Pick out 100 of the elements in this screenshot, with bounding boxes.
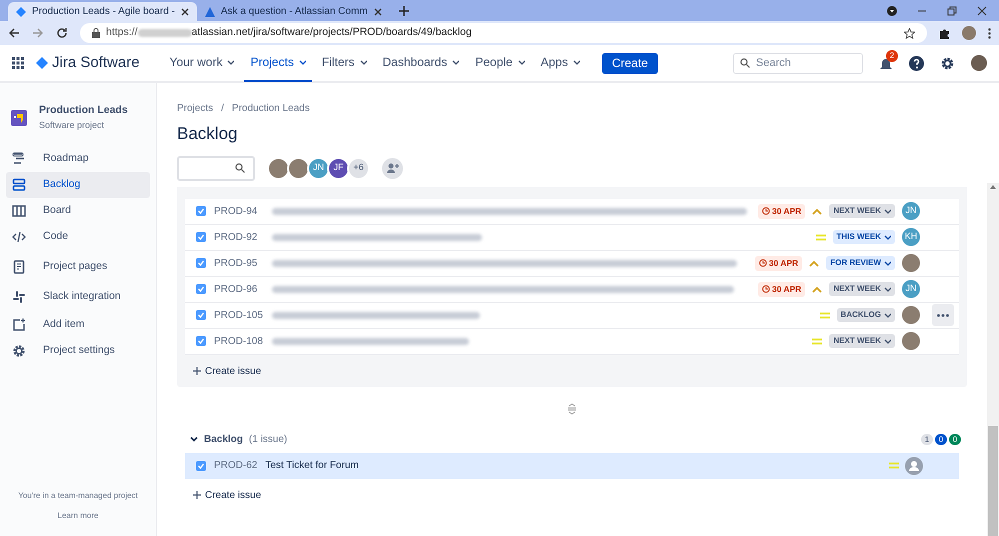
nav-menu[interactable]: Filters xyxy=(316,44,372,82)
browser-tab[interactable]: Production Leads - Agile board - xyxy=(8,2,197,21)
more-avatars-button[interactable]: +6 xyxy=(347,156,370,180)
avatar-placeholder[interactable] xyxy=(971,55,987,71)
browser-tab[interactable]: Ask a question - Atlassian Comm xyxy=(196,2,390,21)
status-dropdown[interactable]: FOR REVIEW xyxy=(826,256,895,270)
status-dropdown[interactable]: THIS WEEK xyxy=(832,230,895,244)
status-dropdown[interactable]: BACKLOG xyxy=(836,308,895,322)
restore-icon[interactable] xyxy=(947,6,957,16)
issue-key[interactable]: PROD-108 xyxy=(214,334,264,348)
reload-icon[interactable] xyxy=(56,27,68,39)
section-title[interactable]: Backlog xyxy=(204,432,243,446)
forward-icon[interactable] xyxy=(32,27,44,39)
nav-menu[interactable]: Projects xyxy=(244,44,312,82)
project-avatar-icon xyxy=(11,110,27,126)
issue-row[interactable]: PROD-62 Test Ticket for Forum xyxy=(185,452,959,478)
status-dropdown[interactable]: NEXT WEEK xyxy=(829,282,895,296)
resize-handle-icon[interactable] xyxy=(567,402,577,414)
issue-key[interactable]: PROD-92 xyxy=(214,230,264,244)
settings-icon xyxy=(12,344,26,358)
caret-icon xyxy=(358,58,366,66)
issue-summary[interactable]: Test Ticket for Forum xyxy=(265,458,359,473)
address-bar[interactable]: https:// atlassian.net/jira/software/projects/PROD/boards/49/backlog xyxy=(80,23,927,43)
issue-row[interactable]: PROD-105 BACKLOG xyxy=(185,302,959,328)
caret-icon xyxy=(883,259,891,267)
sidebar-item[interactable]: Roadmap xyxy=(6,146,150,172)
create-button[interactable]: Create xyxy=(602,52,658,74)
backlog-icon xyxy=(12,178,26,192)
caret-icon xyxy=(883,337,891,345)
priority-medium-icon xyxy=(816,234,826,240)
sidebar-item[interactable]: Board xyxy=(6,198,150,224)
diamond-logo-icon xyxy=(36,57,48,69)
plus-icon[interactable] xyxy=(398,5,410,17)
issue-row[interactable]: PROD-95 30 APR FOR REVIEW xyxy=(185,250,959,276)
scrollbar[interactable] xyxy=(987,183,999,536)
sidebar-item[interactable]: Backlog xyxy=(6,172,150,198)
filter-search-field[interactable] xyxy=(177,156,255,180)
checkbox-icon[interactable] xyxy=(196,206,206,216)
checkbox-icon[interactable] xyxy=(196,258,206,268)
close-icon[interactable] xyxy=(977,6,987,16)
nav-menu[interactable]: Apps xyxy=(534,44,586,82)
notification-icon[interactable] xyxy=(879,57,893,71)
checkbox-icon[interactable] xyxy=(196,284,206,294)
issue-key[interactable]: PROD-62 xyxy=(214,458,258,473)
avatar-placeholder[interactable] xyxy=(962,26,976,40)
issue-key[interactable]: PROD-94 xyxy=(214,204,264,218)
sidebar-item[interactable]: Project settings xyxy=(6,338,150,364)
avatar-placeholder[interactable] xyxy=(902,254,920,272)
nav-menu[interactable]: People xyxy=(469,44,531,82)
create-issue-button[interactable]: Create issue xyxy=(193,364,262,378)
url-text: https:// xyxy=(106,25,138,40)
caret-icon xyxy=(572,58,580,66)
issue-key[interactable]: PROD-105 xyxy=(214,308,264,322)
breadcrumb-link[interactable]: Production Leads xyxy=(232,101,310,116)
sidebar-item[interactable]: Project pages xyxy=(6,254,150,280)
learn-more-link[interactable]: Learn more xyxy=(58,510,98,522)
issue-row[interactable]: PROD-92 THIS WEEK KH xyxy=(185,224,959,250)
sidebar-item[interactable]: Slack integration xyxy=(6,284,150,310)
priority-high-icon xyxy=(809,260,820,266)
checkbox-icon[interactable] xyxy=(196,310,206,320)
issue-row[interactable]: PROD-94 30 APR NEXT WEEK JN xyxy=(185,198,959,224)
status-dropdown[interactable]: NEXT WEEK xyxy=(829,204,895,218)
back-icon[interactable] xyxy=(8,27,20,39)
product-name[interactable]: Jira Software xyxy=(52,52,140,74)
star-icon[interactable] xyxy=(904,28,915,38)
avatar-placeholder[interactable] xyxy=(287,156,310,180)
issue-row[interactable]: PROD-108 NEXT WEEK xyxy=(185,328,959,354)
project-name[interactable]: Production Leads xyxy=(39,103,128,119)
avatar[interactable]: JF xyxy=(327,156,350,180)
issue-key[interactable]: PROD-96 xyxy=(214,282,264,296)
more-actions-button[interactable] xyxy=(932,304,954,326)
avatar-placeholder[interactable] xyxy=(902,332,920,350)
nav-menu[interactable]: Your work xyxy=(164,44,240,82)
clock-icon xyxy=(762,207,770,215)
caret-icon xyxy=(883,233,891,241)
unassigned-avatar-icon[interactable] xyxy=(905,456,923,474)
caret-icon xyxy=(883,311,891,319)
issue-row[interactable]: PROD-96 30 APR NEXT WEEK JN xyxy=(185,276,959,302)
chevron-icon[interactable] xyxy=(190,435,198,443)
nav-menu[interactable]: Dashboards xyxy=(376,44,466,82)
puzzle-icon[interactable] xyxy=(939,28,950,38)
create-issue-button[interactable]: Create issue xyxy=(193,488,262,502)
status-dropdown[interactable]: NEXT WEEK xyxy=(829,334,895,348)
more-icon[interactable] xyxy=(988,28,991,38)
checkbox-icon[interactable] xyxy=(196,460,206,470)
avatar-placeholder[interactable] xyxy=(902,306,920,324)
checkbox-icon[interactable] xyxy=(196,232,206,242)
checkbox-icon[interactable] xyxy=(196,336,206,346)
breadcrumb-link[interactable]: Projects xyxy=(177,101,214,116)
sidebar-item[interactable]: Add item xyxy=(6,312,150,338)
add-person-icon[interactable] xyxy=(382,158,403,178)
tab-title: Production Leads - Agile board - xyxy=(32,5,175,19)
app-grid-icon[interactable] xyxy=(12,57,24,69)
sidebar-item[interactable]: Code xyxy=(6,224,150,250)
issue-key[interactable]: PROD-95 xyxy=(214,256,264,270)
settings-icon[interactable] xyxy=(940,56,955,70)
help-icon[interactable] xyxy=(909,56,924,70)
search-field[interactable]: Search xyxy=(733,52,863,74)
search-icon xyxy=(740,58,750,68)
priority-high-icon xyxy=(812,286,822,292)
